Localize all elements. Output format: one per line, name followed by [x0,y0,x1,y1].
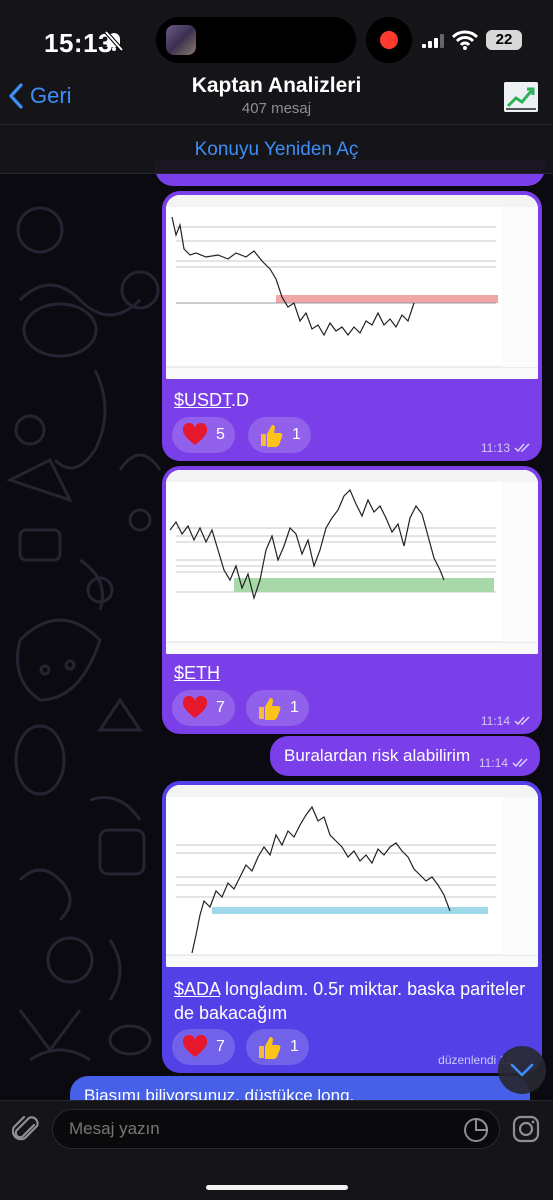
reaction-count: 7 [216,1038,225,1055]
ticker-link[interactable]: $USDT [174,390,231,410]
double-check-icon [514,443,530,453]
message-input-bar [0,1100,553,1200]
message-usdt-d[interactable]: $USDT.D 5 1 11:13 [162,191,542,461]
wifi-icon [452,30,478,50]
reaction-heart[interactable]: 7 [172,1029,235,1065]
ticker-link[interactable]: $ADA [174,979,220,999]
eth-chart-image[interactable] [166,470,538,654]
message-time: 11:14 [480,714,510,728]
dynamic-island [156,17,356,63]
message-ada[interactable]: $ADA longladım. 0.5r miktar. baska parit… [162,781,542,1073]
reaction-thumbs-up[interactable]: 1 [246,690,309,726]
thumbs-up-icon [259,1037,281,1059]
status-time: 15:13 [44,28,113,58]
ada-chart-image[interactable] [166,785,538,967]
reaction-thumbs-up[interactable]: 1 [246,1029,309,1065]
reaction-count: 5 [216,426,225,443]
reopen-topic-button[interactable]: Konuyu Yeniden Aç [0,124,553,174]
message-text-field[interactable] [69,1119,449,1139]
heart-icon [182,1035,208,1057]
message-eth[interactable]: $ETH 7 1 11:14 [162,466,542,734]
message-time: 11:14 [478,756,508,770]
recording-indicator [366,17,412,63]
reaction-count: 1 [290,1038,299,1055]
sticker-icon[interactable] [463,1117,489,1143]
heart-icon [182,423,208,445]
message-meta: 11:14 [481,714,532,728]
message-body: Buralardan risk alabilirim [284,746,471,765]
reaction-count: 1 [290,699,299,716]
message-caption: $ETH [174,661,220,685]
thumbs-up-icon [261,425,283,447]
reaction-thumbs-up[interactable]: 1 [248,417,311,453]
cellular-signal-icon [422,34,444,48]
scroll-to-bottom-button[interactable] [498,1046,546,1094]
message-meta: 11:13 [481,441,532,455]
status-bar: 15:13 22 [0,0,553,80]
message-count: 407 mesaj [241,100,312,117]
record-dot-icon [380,31,398,49]
reaction-heart[interactable]: 5 [172,417,235,453]
message-time: 11:13 [480,441,510,455]
camera-icon[interactable] [512,1115,540,1143]
heart-icon [182,696,208,718]
message-input[interactable] [52,1109,500,1149]
live-activity-thumbnail [166,25,196,55]
bell-muted-icon [104,30,124,52]
thumbs-up-icon [259,698,281,720]
reaction-count: 1 [292,426,301,443]
ticker-link[interactable]: $ETH [174,663,220,683]
reaction-count: 7 [216,699,225,716]
message-caption: $USDT.D [174,390,250,410]
home-indicator [206,1185,348,1190]
usdt-d-chart-image[interactable] [166,195,538,379]
paperclip-icon[interactable] [12,1113,42,1145]
double-check-icon [512,758,528,768]
message-meta: 11:14 [479,756,530,770]
message-caption: $ADA longladım. 0.5r miktar. baska parit… [174,979,526,1023]
reaction-heart[interactable]: 7 [172,690,235,726]
double-check-icon [514,716,530,726]
message-text[interactable]: Buralardan risk alabilirim 11:14 [270,736,540,776]
battery-indicator: 22 [486,30,522,50]
channel-avatar[interactable] [504,82,538,112]
chevron-down-icon [510,1063,534,1077]
chart-avatar-icon [504,82,538,112]
